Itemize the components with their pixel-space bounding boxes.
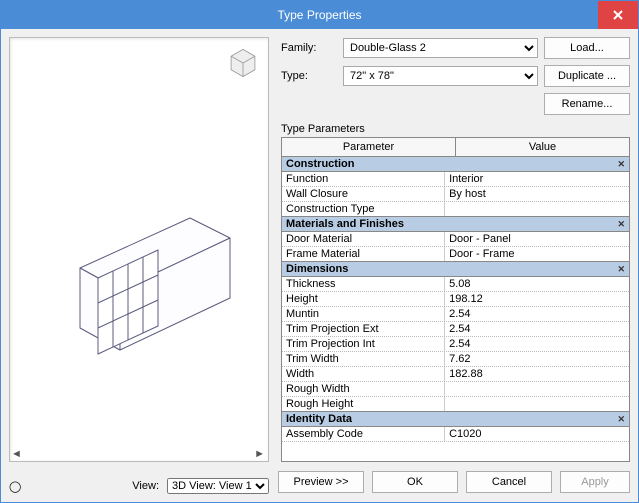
preview-scrollbar-h[interactable]: ◄ ► — [9, 447, 267, 461]
action-bar: Preview >> OK Cancel Apply — [278, 470, 630, 494]
table-row: Thickness5.08 — [282, 277, 629, 292]
dialog-body: ◄ ► Family: Double-Glass 2 Load... Type:… — [1, 29, 638, 502]
titlebar: Type Properties — [1, 1, 638, 29]
cancel-button[interactable]: Cancel — [466, 471, 552, 493]
table-row: Rough Height — [282, 397, 629, 412]
table-row: Construction Type — [282, 202, 629, 217]
grid-header: Parameter Value — [282, 138, 629, 157]
table-row: Height198.12 — [282, 292, 629, 307]
table-row: Width182.88 — [282, 367, 629, 382]
collapse-icon[interactable]: ✕ — [617, 159, 625, 170]
rename-button[interactable]: Rename... — [544, 93, 630, 115]
table-row: Trim Width7.62 — [282, 352, 629, 367]
column-value[interactable]: Value — [456, 138, 629, 156]
grid-body[interactable]: Construction ✕ FunctionInterior Wall Clo… — [282, 157, 629, 458]
close-button[interactable] — [598, 1, 638, 29]
column-parameter[interactable]: Parameter — [282, 138, 456, 156]
scroll-left-icon[interactable]: ◄ — [9, 448, 24, 460]
view-select[interactable]: 3D View: View 1 — [167, 478, 269, 494]
table-row: Trim Projection Int2.54 — [282, 337, 629, 352]
preview-controls: ◯ View: 3D View: View 1 — [9, 478, 269, 494]
preview-button[interactable]: Preview >> — [278, 471, 364, 493]
table-row: FunctionInterior — [282, 172, 629, 187]
scroll-right-icon[interactable]: ► — [252, 448, 267, 460]
right-panel: Family: Double-Glass 2 Load... Type: 72"… — [281, 37, 630, 462]
family-label: Family: — [281, 42, 337, 54]
collapse-icon[interactable]: ✕ — [617, 264, 625, 275]
type-select[interactable]: 72" x 78" — [343, 66, 538, 86]
table-row: Muntin2.54 — [282, 307, 629, 322]
preview-pane — [9, 37, 269, 462]
info-icon: ◯ — [9, 481, 21, 493]
ok-button[interactable]: OK — [372, 471, 458, 493]
table-row: Rough Width — [282, 382, 629, 397]
collapse-icon[interactable]: ✕ — [617, 219, 625, 230]
close-icon — [613, 10, 623, 20]
view-label: View: — [132, 480, 159, 492]
section-construction[interactable]: Construction ✕ — [282, 157, 629, 172]
duplicate-button[interactable]: Duplicate ... — [544, 65, 630, 87]
type-parameters-label: Type Parameters — [281, 123, 630, 135]
view-cube-icon[interactable] — [226, 46, 260, 80]
section-identity[interactable]: Identity Data ✕ — [282, 412, 629, 427]
type-properties-dialog: Type Properties — [0, 0, 639, 503]
door-preview-icon — [70, 208, 240, 368]
collapse-icon[interactable]: ✕ — [617, 414, 625, 425]
section-dimensions[interactable]: Dimensions ✕ — [282, 262, 629, 277]
table-row: Door MaterialDoor - Panel — [282, 232, 629, 247]
table-row: Assembly CodeC1020 — [282, 427, 629, 442]
type-label: Type: — [281, 70, 337, 82]
family-select[interactable]: Double-Glass 2 — [343, 38, 538, 58]
table-row: Frame MaterialDoor - Frame — [282, 247, 629, 262]
window-title: Type Properties — [277, 8, 361, 22]
load-button[interactable]: Load... — [544, 37, 630, 59]
table-row: Wall ClosureBy host — [282, 187, 629, 202]
info-button[interactable]: ◯ — [9, 480, 21, 493]
apply-button[interactable]: Apply — [560, 471, 630, 493]
parameters-grid: Parameter Value Construction ✕ FunctionI… — [281, 137, 630, 462]
section-materials[interactable]: Materials and Finishes ✕ — [282, 217, 629, 232]
preview-canvas[interactable] — [10, 38, 268, 461]
table-row: Trim Projection Ext2.54 — [282, 322, 629, 337]
